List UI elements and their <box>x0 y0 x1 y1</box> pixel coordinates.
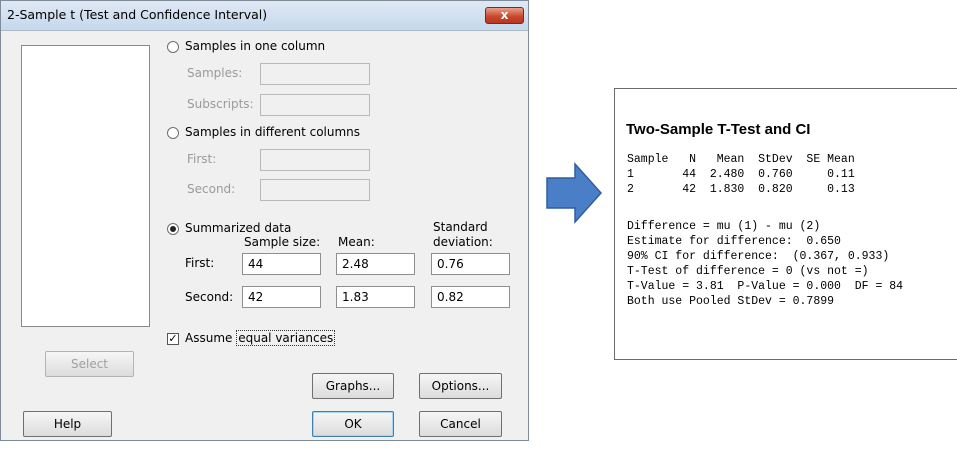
sd-header-line1: Standard <box>433 220 488 234</box>
close-icon: x <box>500 8 509 22</box>
first-sd-field[interactable]: 0.76 <box>431 253 510 275</box>
graphs-button[interactable]: Graphs... <box>312 373 394 399</box>
right-arrow-icon <box>546 162 603 224</box>
sample-size-header: Sample size: <box>244 235 321 249</box>
assume-equal-prefix: Assume <box>185 331 237 345</box>
dialog-title: 2-Sample t (Test and Confidence Interval… <box>7 7 268 22</box>
second-row-label: Second: <box>185 290 234 304</box>
assume-equal-label: Assume equal variances <box>185 330 336 346</box>
one-column-label: Samples in one column <box>185 39 326 53</box>
radio-different-columns[interactable] <box>167 127 179 139</box>
second-column-field[interactable] <box>260 179 370 201</box>
samples-field[interactable] <box>260 63 370 85</box>
second-sample-size-field[interactable]: 42 <box>242 286 321 308</box>
radio-one-column[interactable] <box>167 41 179 53</box>
mean-header: Mean: <box>338 235 375 249</box>
output-line: Estimate for difference: 0.650 <box>627 235 841 248</box>
output-line: T-Test of difference = 0 (vs not =) <box>627 265 869 278</box>
second-column-label: Second: <box>187 182 236 196</box>
checkmark-icon: ✓ <box>168 332 178 345</box>
cancel-button[interactable]: Cancel <box>419 411 502 437</box>
first-row-label: First: <box>185 256 215 270</box>
ok-button[interactable]: OK <box>312 411 394 437</box>
first-column-field[interactable] <box>260 149 370 171</box>
first-sample-size-field[interactable]: 44 <box>242 253 321 275</box>
help-button[interactable]: Help <box>23 411 112 437</box>
close-button[interactable]: x <box>485 7 524 24</box>
second-mean-field[interactable]: 1.83 <box>336 286 415 308</box>
radio-summarized-data[interactable] <box>167 223 179 235</box>
output-line: Both use Pooled StDev = 0.7899 <box>627 295 835 308</box>
sd-header-line2: deviation: <box>433 235 493 249</box>
first-column-label: First: <box>187 152 217 166</box>
assume-equal-checkbox[interactable]: ✓ <box>167 333 179 345</box>
first-mean-field[interactable]: 2.48 <box>336 253 415 275</box>
options-button[interactable]: Options... <box>419 373 502 399</box>
output-line: Sample N Mean StDev SE Mean <box>627 153 855 166</box>
output-title: Two-Sample T-Test and CI <box>626 121 811 138</box>
output-line: 1 44 2.480 0.760 0.11 <box>627 168 855 181</box>
subscripts-label: Subscripts: <box>187 97 254 111</box>
session-output-panel: Two-Sample T-Test and CI Sample N Mean S… <box>614 88 957 360</box>
title-bar: 2-Sample t (Test and Confidence Interval… <box>1 1 528 31</box>
different-columns-label: Samples in different columns <box>185 125 361 139</box>
assume-equal-focus-text: equal variances <box>236 330 336 346</box>
output-line: 2 42 1.830 0.820 0.13 <box>627 183 855 196</box>
samples-label: Samples: <box>187 66 243 80</box>
subscripts-field[interactable] <box>260 94 370 116</box>
output-line: T-Value = 3.81 P-Value = 0.000 DF = 84 <box>627 280 904 293</box>
summarized-data-label: Summarized data <box>185 221 292 235</box>
select-button[interactable]: Select <box>45 351 134 377</box>
two-sample-t-dialog: 2-Sample t (Test and Confidence Interval… <box>0 0 529 441</box>
output-line: Difference = mu (1) - mu (2) <box>627 220 821 233</box>
variables-listbox[interactable] <box>21 45 150 327</box>
second-sd-field[interactable]: 0.82 <box>431 286 510 308</box>
output-line: 90% CI for difference: (0.367, 0.933) <box>627 250 890 263</box>
